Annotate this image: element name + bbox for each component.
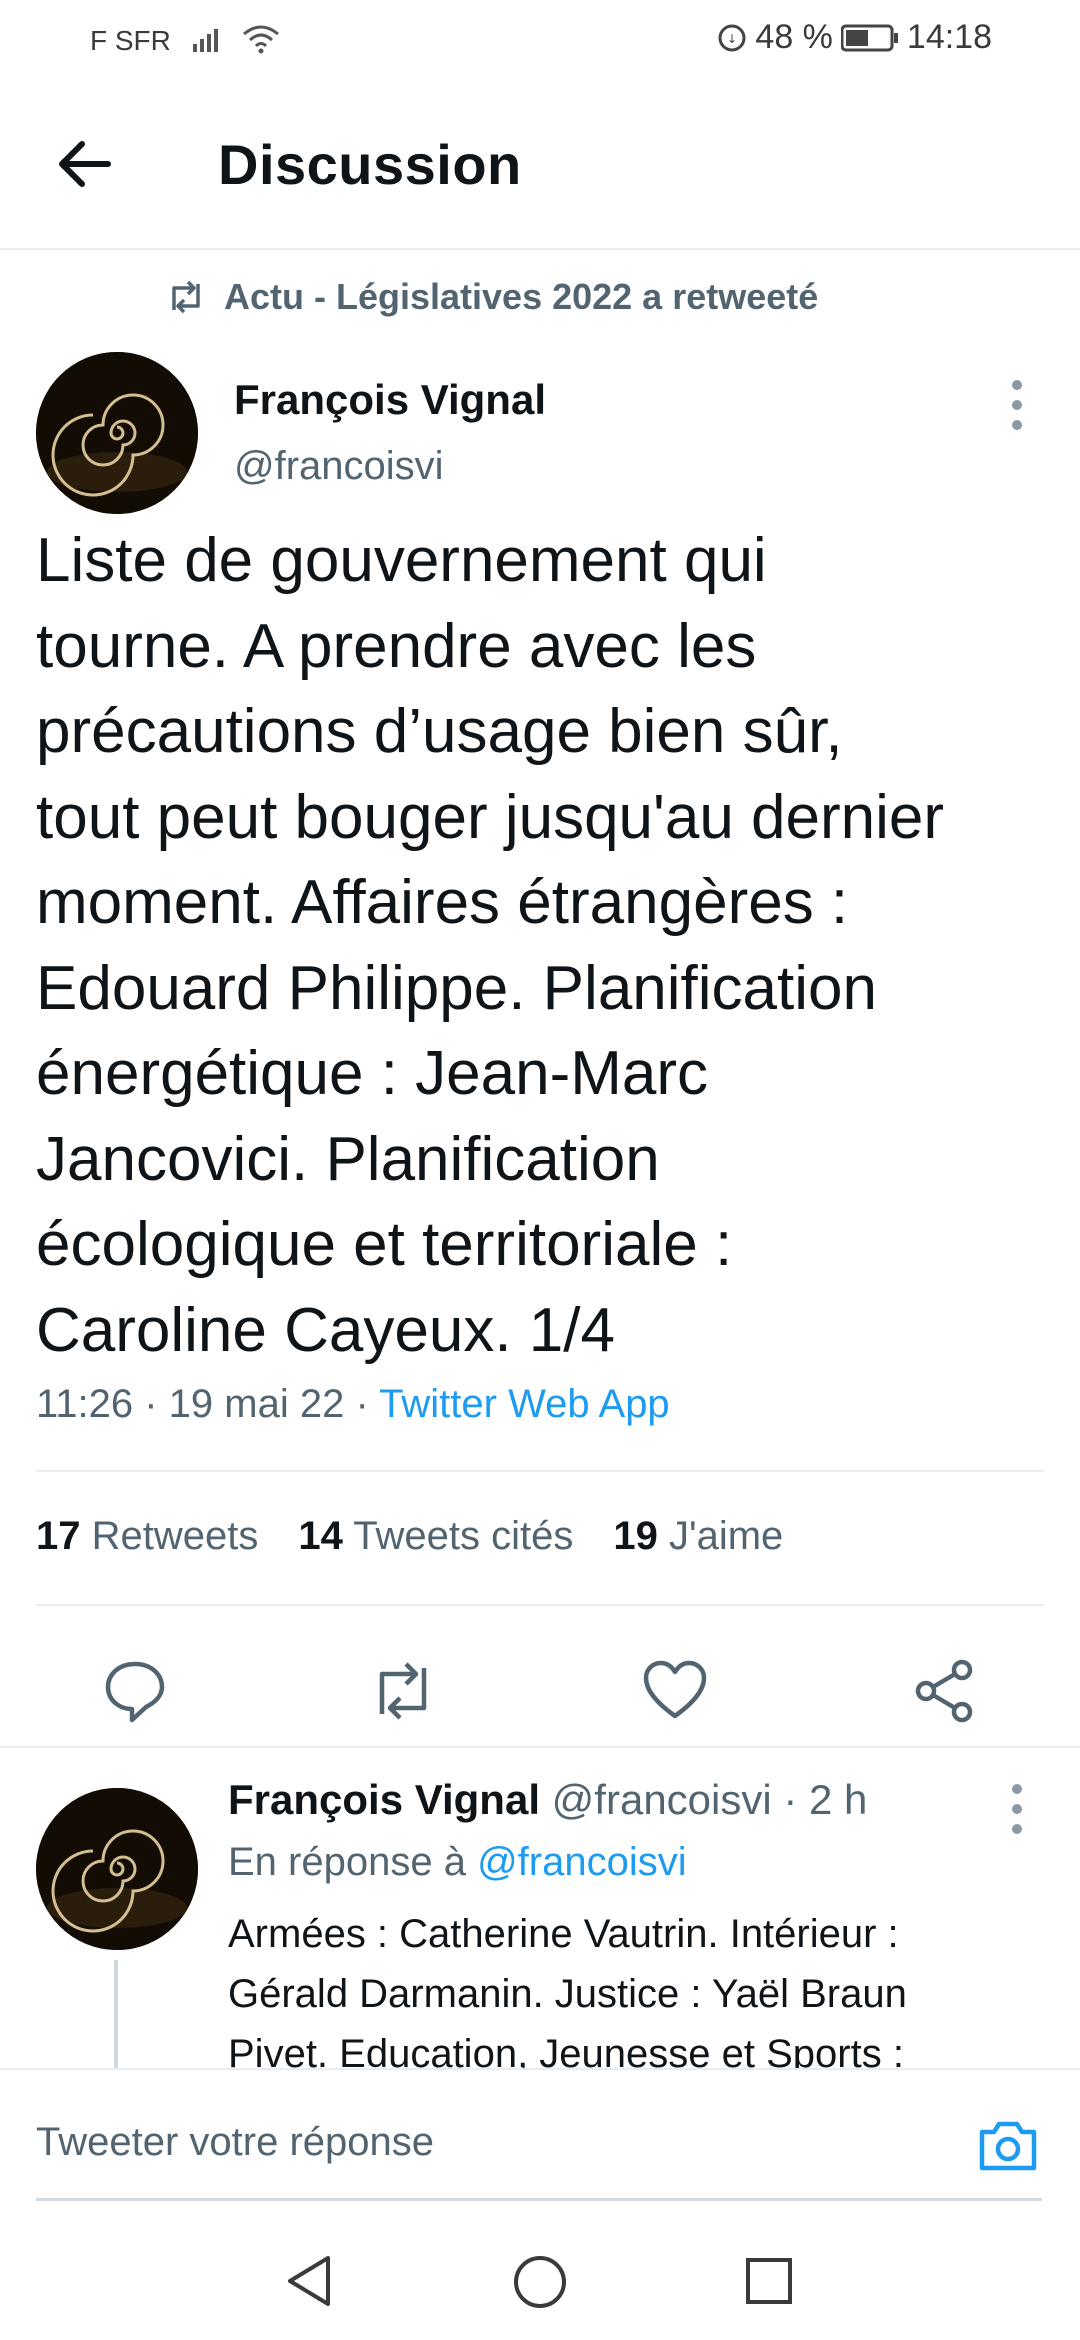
tweet-line: moment. Affaires étrangères : bbox=[36, 868, 849, 937]
retweets-stat[interactable]: 17 Retweets bbox=[36, 1514, 258, 1559]
source-link[interactable]: Twitter Web App bbox=[379, 1382, 670, 1426]
avatar-spiral-image bbox=[36, 352, 198, 514]
reply-more-options-icon[interactable] bbox=[1012, 1784, 1032, 1844]
likes-stat[interactable]: 19 J'aime bbox=[613, 1514, 783, 1559]
retweet-action-icon[interactable] bbox=[368, 1656, 438, 1726]
tweet-line: tourne. A prendre avec les bbox=[36, 611, 757, 681]
nav-home-icon[interactable] bbox=[512, 2254, 568, 2310]
tweet-line: Liste de gouvernement qui bbox=[36, 526, 767, 595]
svg-text:↓: ↓ bbox=[727, 32, 737, 46]
reply-author-handle[interactable]: @francoisvi bbox=[552, 1776, 772, 1823]
back-arrow-icon[interactable] bbox=[52, 132, 116, 196]
reply-input[interactable]: Tweeter votre réponse bbox=[36, 2120, 434, 2165]
reply-avatar[interactable] bbox=[36, 1788, 198, 1950]
retweet-label-text: Actu - Législatives 2022 a retweeté bbox=[224, 276, 819, 317]
reply-text: Armées : Catherine Vautrin. Intérieur : … bbox=[228, 1904, 1028, 2084]
tweet-line: Jancovici. Planification bbox=[36, 1124, 660, 1194]
divider bbox=[36, 1470, 1044, 1472]
reply-line: Armées : Catherine Vautrin. Intérieur : bbox=[228, 1912, 899, 1956]
tweet-line: écologique et territoriale : bbox=[36, 1210, 733, 1279]
carrier-label: F SFR bbox=[90, 24, 280, 57]
nav-back-icon[interactable] bbox=[284, 2254, 334, 2308]
avatar[interactable] bbox=[36, 352, 198, 514]
author-handle[interactable]: @francoisvi bbox=[234, 444, 444, 489]
page-title: Discussion bbox=[218, 133, 522, 196]
reply-header: François Vignal @francoisvi · 2 h bbox=[228, 1776, 867, 1824]
nav-recents-icon[interactable] bbox=[744, 2256, 794, 2306]
divider bbox=[0, 1746, 1080, 1748]
data-saver-icon: ↓ bbox=[718, 24, 746, 51]
share-icon[interactable] bbox=[910, 1656, 980, 1726]
tweet-actions bbox=[0, 1640, 1080, 1750]
signal-icon bbox=[192, 29, 218, 52]
tweet-line: précautions d’usage bien sûr, bbox=[36, 697, 843, 766]
thread-connector bbox=[114, 1960, 118, 2080]
divider bbox=[36, 1604, 1044, 1606]
reply-author-name[interactable]: François Vignal bbox=[228, 1776, 540, 1823]
status-bar: F SFR ↓ 48 % 14:18 bbox=[0, 0, 1080, 80]
camera-icon[interactable] bbox=[976, 2114, 1040, 2178]
tweet-line: énergétique : Jean-Marc bbox=[36, 1039, 709, 1108]
tweet-line: tout peut bouger jusqu'au dernier bbox=[36, 782, 945, 852]
input-underline bbox=[36, 2198, 1042, 2201]
tweet-line: Edouard Philippe. Planification bbox=[36, 953, 877, 1023]
battery-percent: 48 % bbox=[755, 18, 833, 56]
wifi-icon bbox=[243, 25, 280, 54]
reply-to-line: En réponse à @francoisvi bbox=[228, 1840, 687, 1884]
reply-age: · 2 h bbox=[783, 1776, 868, 1823]
reply-icon[interactable] bbox=[100, 1656, 170, 1726]
app-header: Discussion bbox=[0, 80, 1080, 250]
battery-icon bbox=[840, 24, 898, 51]
status-right: ↓ 48 % 14:18 bbox=[717, 18, 992, 57]
tweet-stats: 17 Retweets 14 Tweets cités 19 J'aime bbox=[36, 1514, 783, 1559]
avatar-spiral-image bbox=[36, 1788, 198, 1950]
author-name[interactable]: François Vignal bbox=[234, 376, 546, 424]
reply-line: Gérald Darmanin. Justice : Yaël Braun bbox=[228, 1972, 907, 2016]
tweet-line: Caroline Cayeux. 1/4 bbox=[36, 1295, 615, 1365]
like-heart-icon[interactable] bbox=[640, 1656, 710, 1726]
clock: 14:18 bbox=[906, 18, 992, 56]
quotes-stat[interactable]: 14 Tweets cités bbox=[298, 1514, 573, 1559]
retweet-icon bbox=[172, 280, 200, 314]
system-nav-bar bbox=[0, 2204, 1080, 2340]
retweet-label[interactable]: Actu - Législatives 2022 a retweeté bbox=[166, 276, 818, 318]
reply-to-handle[interactable]: @francoisvi bbox=[477, 1840, 687, 1884]
tweet-meta: 11:26 · 19 mai 22 · Twitter Web App bbox=[36, 1382, 670, 1427]
tweet-text: Liste de gouvernement qui tourne. A pren… bbox=[36, 518, 1046, 1373]
more-options-icon[interactable] bbox=[1012, 380, 1032, 440]
tweet-timestamp: 11:26 · 19 mai 22 · bbox=[36, 1382, 380, 1426]
